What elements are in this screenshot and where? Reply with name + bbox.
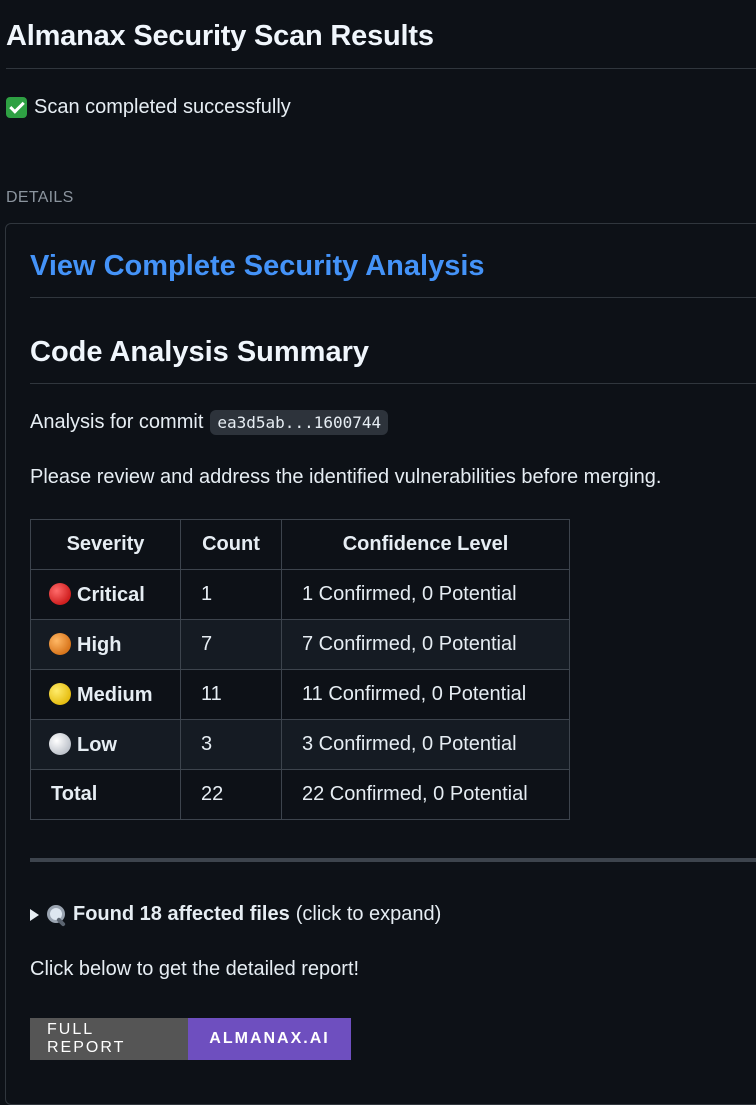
section-divider — [30, 858, 756, 862]
red-circle-icon — [49, 582, 71, 605]
report-cta-text: Click below to get the detailed report! — [30, 958, 360, 980]
affected-files-expander[interactable]: Found 18 affected files (click to expand… — [30, 903, 442, 927]
header-count: Count — [180, 519, 282, 570]
total-count-cell: 22 — [180, 769, 282, 820]
title-divider — [6, 68, 756, 69]
badge-label[interactable]: FULL REPORT — [30, 1018, 188, 1060]
table-header-row: Severity Count Confidence Level — [30, 519, 570, 570]
severity-cell: Critical — [30, 569, 181, 620]
count-cell: 3 — [180, 719, 282, 770]
disclosure-triangle-icon[interactable] — [30, 908, 39, 921]
commit-hash: ea3d5ab...1600744 — [210, 410, 389, 435]
severity-label: Critical — [77, 583, 145, 606]
total-label-cell: Total — [30, 769, 181, 820]
orange-circle-icon — [49, 632, 71, 655]
count-cell: 1 — [180, 569, 282, 620]
commit-prefix: Analysis for commit — [30, 411, 204, 433]
confidence-cell: 3 Confirmed, 0 Potential — [281, 719, 570, 770]
summary-divider — [30, 383, 756, 384]
total-confidence-cell: 22 Confirmed, 0 Potential — [281, 769, 570, 820]
summary-heading: Code Analysis Summary — [30, 336, 369, 368]
heading-divider — [30, 297, 756, 298]
severity-label: Medium — [77, 683, 153, 706]
affected-files-count: Found 18 affected files — [73, 903, 290, 925]
table-row: Low 3 3 Confirmed, 0 Potential — [30, 719, 570, 770]
severity-label: Low — [77, 733, 117, 756]
white-circle-icon — [49, 732, 71, 755]
severity-table: Severity Count Confidence Level Critical… — [30, 519, 570, 820]
security-analysis-link[interactable]: View Complete Security Analysis — [30, 250, 485, 283]
commit-line: Analysis for commit ea3d5ab...1600744 — [30, 410, 389, 435]
yellow-circle-icon — [49, 682, 71, 705]
count-cell: 7 — [180, 619, 282, 670]
severity-cell: Low — [30, 719, 181, 770]
table-row: Medium 11 11 Confirmed, 0 Potential — [30, 669, 570, 720]
count-cell: 11 — [180, 669, 282, 720]
scan-status-text: Scan completed successfully — [34, 96, 291, 118]
review-instruction: Please review and address the identified… — [30, 466, 662, 488]
confidence-cell: 11 Confirmed, 0 Potential — [281, 669, 570, 720]
confidence-cell: 7 Confirmed, 0 Potential — [281, 619, 570, 670]
severity-cell: High — [30, 619, 181, 670]
magnifying-glass-icon — [45, 904, 67, 927]
header-severity: Severity — [30, 519, 181, 570]
check-mark-icon — [6, 97, 27, 118]
scan-status: Scan completed successfully — [6, 96, 291, 119]
table-row: Critical 1 1 Confirmed, 0 Potential — [30, 569, 570, 620]
severity-cell: Medium — [30, 669, 181, 720]
expand-hint: (click to expand) — [295, 903, 442, 925]
table-total-row: Total 22 22 Confirmed, 0 Potential — [30, 769, 570, 820]
header-confidence: Confidence Level — [281, 519, 570, 570]
details-section-label: DETAILS — [6, 189, 74, 206]
full-report-badge[interactable]: FULL REPORT ALMANAX.AI — [30, 1018, 351, 1060]
severity-label: High — [77, 633, 122, 656]
page-title: Almanax Security Scan Results — [6, 20, 434, 52]
badge-value[interactable]: ALMANAX.AI — [188, 1018, 351, 1060]
confidence-cell: 1 Confirmed, 0 Potential — [281, 569, 570, 620]
table-row: High 7 7 Confirmed, 0 Potential — [30, 619, 570, 670]
